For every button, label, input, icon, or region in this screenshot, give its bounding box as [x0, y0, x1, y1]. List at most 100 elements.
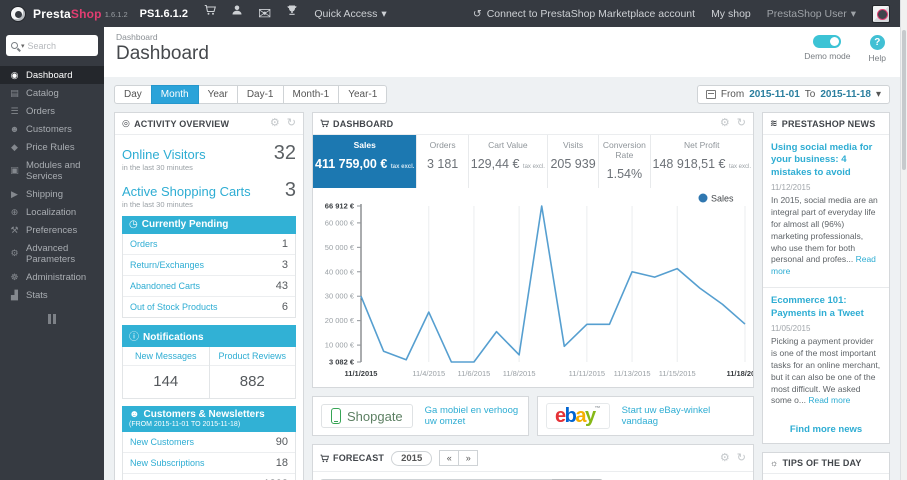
forecast-next-button[interactable]: » — [458, 450, 479, 466]
sidebar-item-customers[interactable]: ☻ Customers — [0, 120, 104, 138]
notification-label[interactable]: New Messages — [123, 347, 209, 366]
svg-text:30 000 €: 30 000 € — [325, 292, 355, 301]
sidebar-item-administration[interactable]: ☸ Administration — [0, 268, 104, 286]
svg-text:11/13/2015: 11/13/2015 — [614, 369, 651, 378]
refresh-icon[interactable]: ↻ — [737, 118, 746, 129]
pending-value: 43 — [275, 280, 288, 292]
bell-icon: ⓘ — [129, 332, 139, 343]
pending-label[interactable]: Out of Stock Products — [130, 302, 218, 312]
active-carts-link[interactable]: Active Shopping Carts — [122, 184, 251, 199]
news-item-title[interactable]: Ecommerce 101: Payments in a Tweet — [771, 295, 881, 320]
help-control: ? Help — [869, 35, 886, 63]
shop-name[interactable]: PS1.6.1.2 — [140, 8, 188, 20]
kpi-net-profit[interactable]: Net Profit 148 918,51 € tax excl. — [649, 135, 753, 188]
gear-icon[interactable]: ⚙ — [720, 452, 730, 464]
range-button-month[interactable]: Month — [150, 85, 199, 104]
collapse-sidebar-button[interactable] — [46, 314, 58, 324]
trophy-icon[interactable] — [286, 4, 298, 24]
clock-icon: ◷ — [129, 219, 138, 230]
calendar-icon — [705, 90, 716, 99]
svg-text:11/11/2015: 11/11/2015 — [569, 369, 605, 378]
ebay-logo: ebay™ — [546, 403, 610, 429]
kpi-orders[interactable]: Orders 3 181 — [416, 135, 467, 188]
sidebar-item-catalog[interactable]: ▤ Catalog — [0, 84, 104, 102]
range-button-day[interactable]: Day — [114, 85, 152, 104]
pending-label[interactable]: Abandoned Carts — [130, 281, 200, 291]
sidebar-item-dashboard[interactable]: ◉ Dashboard — [0, 66, 104, 84]
notification-label[interactable]: Product Reviews — [209, 347, 295, 366]
customers-label[interactable]: New Subscriptions — [130, 458, 205, 468]
ebay-link[interactable]: Start uw eBay-winkel vandaag — [622, 405, 745, 427]
shopgate-link[interactable]: Ga mobiel en verhoog uw omzet — [425, 405, 520, 427]
pending-row: Abandoned Carts 43 — [123, 276, 295, 297]
user-menu[interactable]: PrestaShop User ▾ — [767, 8, 856, 20]
sidebar-item-label: Price Rules — [26, 141, 75, 153]
range-button-month-1[interactable]: Month-1 — [282, 85, 340, 104]
sidebar-item-advanced-parameters[interactable]: ⚙ Advanced Parameters — [0, 239, 104, 268]
customers-value: 90 — [275, 436, 288, 448]
sidebar-item-shipping[interactable]: ▶ Shipping — [0, 185, 104, 203]
customers-quick-icon[interactable] — [231, 4, 243, 24]
sidebar-item-stats[interactable]: ▟ Stats — [0, 286, 104, 304]
messages-icon[interactable]: ✉ — [258, 4, 271, 24]
sidebar-item-label: Shipping — [26, 188, 63, 200]
svg-text:11/1/2015: 11/1/2015 — [345, 369, 378, 378]
administration-icon: ☸ — [10, 271, 19, 282]
caret-down-icon: ▾ — [381, 7, 387, 20]
kpi-conversion-rate[interactable]: Conversion Rate 1.54% — [598, 135, 649, 188]
shopgate-logo: Shopgate — [321, 404, 413, 428]
date-range-button[interactable]: From 2015-11-01 To 2015-11-18 ▾ — [696, 85, 890, 104]
shopgate-banner[interactable]: Shopgate Ga mobiel en verhoog uw omzet — [312, 396, 529, 436]
find-more-news-link[interactable]: Find more news — [763, 416, 889, 443]
read-more-link[interactable]: Read more — [808, 395, 850, 405]
forecast-prev-button[interactable]: « — [439, 450, 460, 466]
marketplace-link[interactable]: ↺ Connect to PrestaShop Marketplace accou… — [473, 8, 695, 20]
gear-icon[interactable]: ⚙ — [720, 118, 730, 129]
gear-icon[interactable]: ⚙ — [270, 118, 280, 129]
sidebar-item-modules-and-services[interactable]: ▣ Modules and Services — [0, 156, 104, 185]
refresh-icon[interactable]: ↻ — [287, 118, 296, 129]
pending-value: 1 — [281, 238, 288, 250]
read-more-link[interactable]: Read more — [771, 254, 876, 276]
search-icon — [11, 42, 18, 49]
pending-label[interactable]: Orders — [130, 239, 158, 249]
range-button-year-1[interactable]: Year-1 — [338, 85, 388, 104]
sidebar-item-preferences[interactable]: ⚒ Preferences — [0, 221, 104, 239]
kpi-cart-value[interactable]: Cart Value 129,44 € tax excl. — [467, 135, 547, 188]
search-input[interactable] — [27, 40, 80, 51]
range-button-year[interactable]: Year — [197, 85, 238, 104]
sidebar-item-price-rules[interactable]: ◆ Price Rules — [0, 138, 104, 156]
sidebar-item-localization[interactable]: ⊕ Localization — [0, 203, 104, 221]
pending-value: 3 — [281, 259, 288, 271]
online-visitors-link[interactable]: Online Visitors — [122, 147, 206, 162]
chart-legend-sales[interactable]: Sales — [698, 193, 735, 204]
sidebar-item-label: Customers — [26, 123, 72, 135]
customers-label[interactable]: New Customers — [130, 437, 194, 447]
news-item-title[interactable]: Using social media for your business: 4 … — [771, 142, 881, 179]
price-rules-icon: ◆ — [11, 141, 18, 152]
pending-label[interactable]: Return/Exchanges — [130, 260, 204, 270]
kpi-sales[interactable]: Sales 411 759,00 € tax excl. — [313, 135, 417, 188]
refresh-icon[interactable]: ↻ — [737, 452, 746, 464]
breadcrumb[interactable]: Dashboard — [116, 32, 888, 42]
user-avatar[interactable] — [872, 4, 890, 23]
sidebar-search[interactable]: ▾ — [6, 35, 98, 56]
prestashop-news-panel: ≋ PRESTASHOP NEWS Using social media for … — [762, 112, 890, 445]
quick-access-menu[interactable]: Quick Access ▾ — [314, 8, 386, 20]
scrollbar-thumb[interactable] — [902, 30, 906, 170]
brand-name[interactable]: PrestaShop — [33, 7, 102, 21]
my-shop-link[interactable]: My shop — [711, 8, 751, 20]
ebay-banner[interactable]: ebay™ Start uw eBay-winkel vandaag — [537, 396, 754, 436]
demo-mode-toggle[interactable] — [813, 35, 842, 48]
search-scope-caret-icon[interactable]: ▾ — [21, 42, 25, 50]
kpi-visits[interactable]: Visits 205 939 — [546, 135, 598, 188]
customers-row: Total Subscribers1308 — [123, 474, 295, 480]
cart-icon[interactable] — [204, 4, 216, 24]
sidebar-item-orders[interactable]: ☰ Orders — [0, 102, 104, 120]
page-scrollbar[interactable] — [900, 0, 907, 480]
range-button-day-1[interactable]: Day-1 — [236, 85, 284, 104]
help-icon[interactable]: ? — [869, 35, 885, 50]
forecast-year-badge: 2015 — [391, 450, 433, 466]
kpi-suffix: tax excl. — [522, 164, 545, 170]
kpi-suffix: tax excl. — [728, 164, 751, 170]
